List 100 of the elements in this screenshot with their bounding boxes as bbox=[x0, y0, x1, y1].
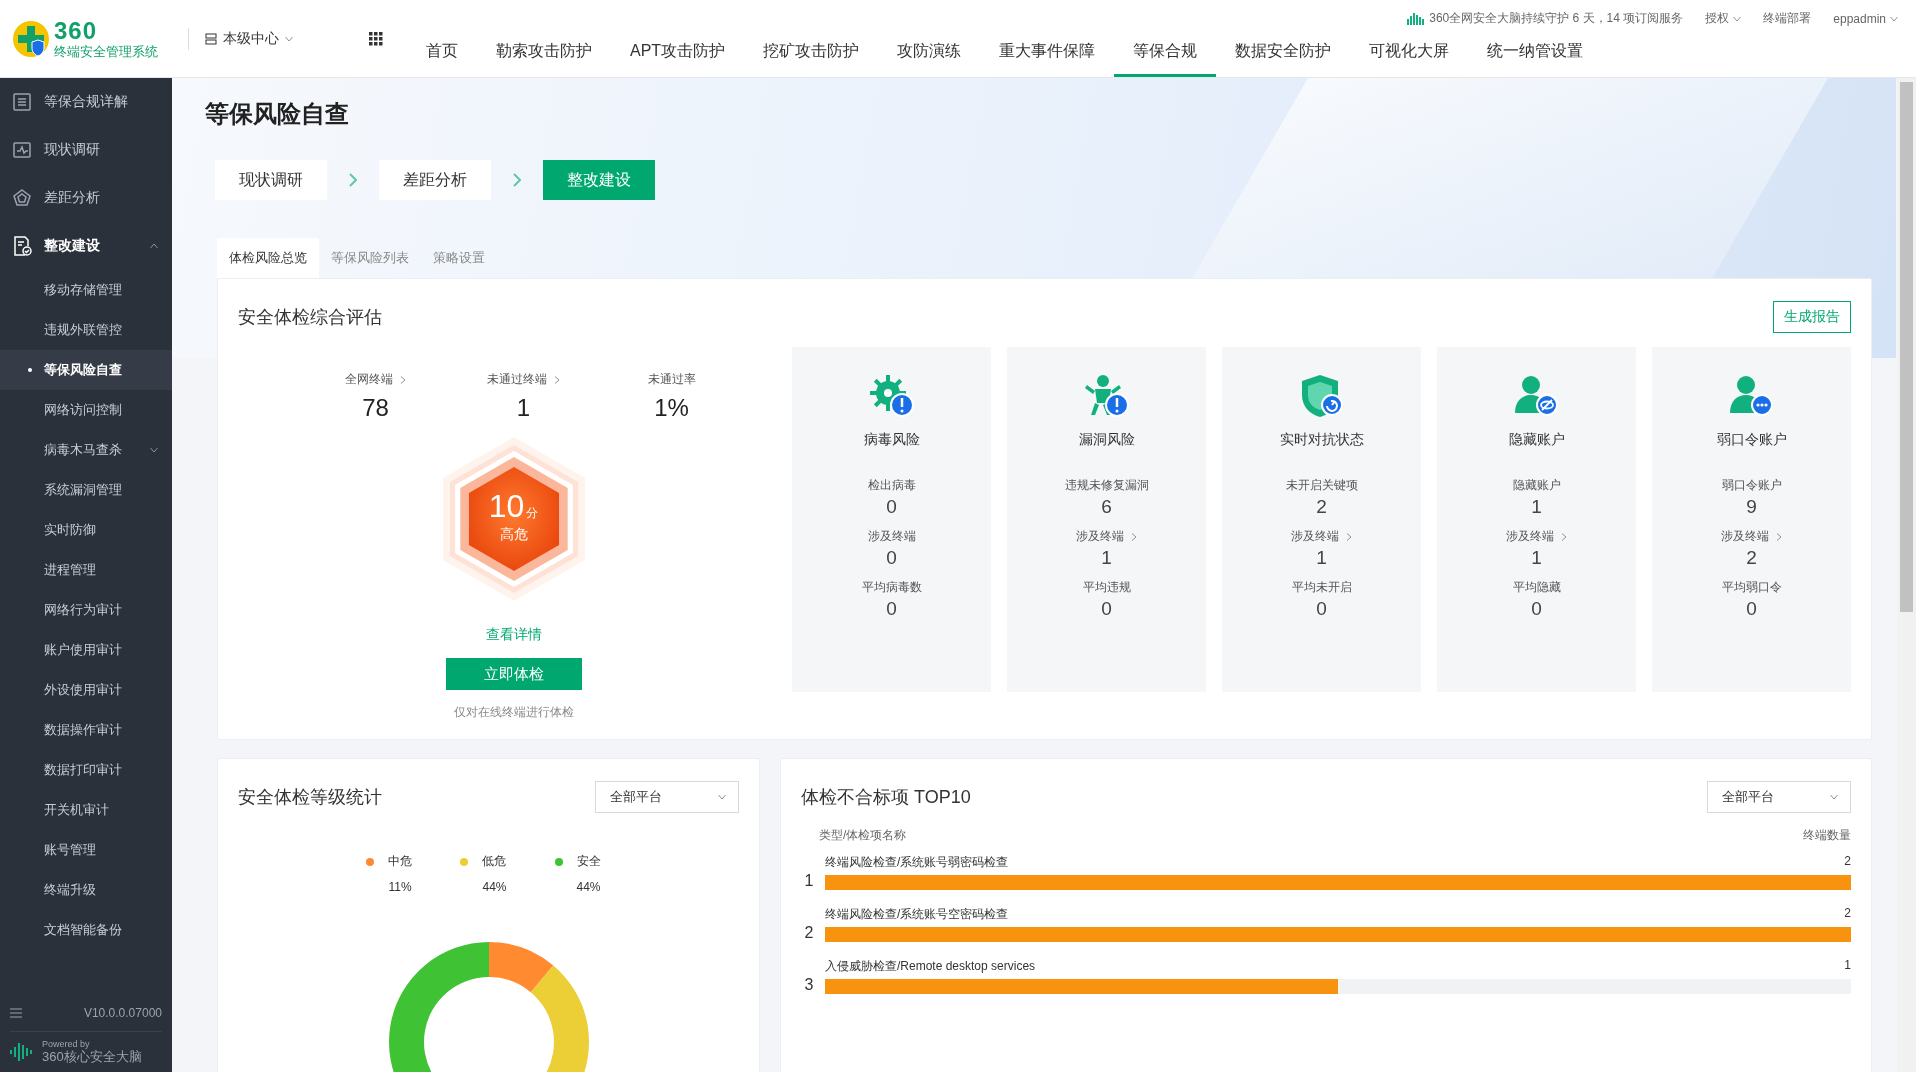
sidebar-subitem[interactable]: 终端升级 bbox=[0, 870, 172, 910]
nav-tab[interactable]: 数据安全防护 bbox=[1216, 29, 1351, 77]
metric-value: 0 bbox=[1101, 598, 1112, 620]
sidebar-subitem[interactable]: 数据操作审计 bbox=[0, 710, 172, 750]
caret-icon bbox=[285, 34, 293, 43]
metric-value: 9 bbox=[1746, 496, 1757, 518]
metric-value: 2 bbox=[1316, 496, 1327, 518]
user-menu[interactable]: eppadmin bbox=[1833, 11, 1898, 26]
metric-value: 0 bbox=[886, 547, 897, 569]
sidebar-subitem[interactable]: 账号管理 bbox=[0, 830, 172, 870]
card-title: 体检不合标项 TOP10 bbox=[801, 786, 971, 809]
legend-dot bbox=[460, 857, 469, 866]
user-password-icon bbox=[1727, 373, 1776, 419]
nav-tab[interactable]: 勒索攻击防护 bbox=[477, 29, 611, 77]
sidebar-subitem[interactable]: 外设使用审计 bbox=[0, 670, 172, 710]
license-menu[interactable]: 授权 bbox=[1705, 10, 1742, 27]
nav-tab[interactable]: APT攻击防护 bbox=[611, 29, 745, 77]
user-hidden-icon bbox=[1512, 373, 1561, 419]
stat-label[interactable]: 全网终端 bbox=[344, 371, 407, 388]
logo-text: 360 bbox=[54, 19, 99, 43]
metric-label[interactable]: 涉及终端 bbox=[1720, 528, 1783, 545]
caret-icon bbox=[1733, 14, 1742, 23]
metric-label[interactable]: 涉及终端 bbox=[1075, 528, 1138, 545]
item-count: 1 bbox=[1844, 958, 1851, 974]
sidebar-subitem[interactable]: 违规外联管控 bbox=[0, 310, 172, 350]
chevron-icon bbox=[1774, 532, 1783, 541]
metric-value: 1 bbox=[1101, 547, 1112, 569]
sidebar-subitem[interactable]: 病毒木马查杀 bbox=[0, 430, 172, 470]
metric-label: 平均未开启 bbox=[1291, 579, 1352, 596]
step-button[interactable]: 现状调研 bbox=[215, 160, 327, 200]
stat-label[interactable]: 未通过终端 bbox=[486, 371, 561, 388]
list-icon bbox=[12, 92, 32, 112]
sidebar-subitem[interactable]: 移动存储管理 bbox=[0, 270, 172, 310]
metric-value: 0 bbox=[886, 598, 897, 620]
nav-tab[interactable]: 首页 bbox=[407, 29, 477, 77]
sidebar-item[interactable]: 整改建设 bbox=[0, 222, 172, 270]
metric-label: 违规未修复漏洞 bbox=[1064, 477, 1149, 494]
risk-title: 病毒风险 bbox=[863, 431, 920, 449]
legend-label: 低危 bbox=[482, 853, 507, 870]
caret-icon bbox=[718, 793, 726, 801]
content-tab[interactable]: 等保风险列表 bbox=[319, 238, 421, 278]
legend-dot bbox=[366, 857, 375, 866]
column-header: 类型/体检项名称 bbox=[819, 827, 907, 844]
stat-value: 1% bbox=[654, 394, 689, 422]
scrollbar[interactable] bbox=[1897, 78, 1916, 1072]
sidebar-item[interactable]: 等保合规详解 bbox=[0, 78, 172, 126]
risk-title: 漏洞风险 bbox=[1078, 431, 1135, 449]
menu-icon[interactable] bbox=[10, 1008, 22, 1018]
metric-value: 0 bbox=[1316, 598, 1327, 620]
item-name: 终端风险检查/系统账号空密码检查 bbox=[825, 906, 1009, 923]
metric-label[interactable]: 涉及终端 bbox=[1505, 528, 1568, 545]
sidebar-subitem[interactable]: 网络访问控制 bbox=[0, 390, 172, 430]
metric-value: 0 bbox=[886, 496, 897, 518]
rank-number: 3 bbox=[803, 976, 815, 994]
step-button[interactable]: 差距分析 bbox=[379, 160, 491, 200]
sidebar-subitem[interactable]: 实时防御 bbox=[0, 510, 172, 550]
metric-value: 0 bbox=[1746, 598, 1757, 620]
sidebar-item[interactable]: 差距分析 bbox=[0, 174, 172, 222]
card-title: 安全体检等级统计 bbox=[238, 786, 382, 809]
sidebar-subitem[interactable]: 文档智能备份 bbox=[0, 910, 172, 950]
metric-value: 2 bbox=[1746, 547, 1757, 569]
app-grid-icon[interactable] bbox=[369, 31, 383, 46]
chevron-icon bbox=[398, 375, 407, 384]
sidebar-subitem[interactable]: 网络行为审计 bbox=[0, 590, 172, 630]
nav-tab[interactable]: 攻防演练 bbox=[878, 29, 981, 77]
rank-number: 1 bbox=[803, 872, 815, 890]
chevron-icon bbox=[1129, 532, 1138, 541]
metric-value: 0 bbox=[1531, 598, 1542, 620]
content-tab[interactable]: 体检风险总览 bbox=[217, 238, 319, 278]
nav-tab[interactable]: 重大事件保障 bbox=[980, 29, 1115, 77]
column-header: 终端数量 bbox=[1803, 827, 1851, 844]
platform-dropdown[interactable]: 全部平台 bbox=[1707, 781, 1851, 813]
item-count: 2 bbox=[1844, 854, 1851, 870]
caret-icon bbox=[1830, 793, 1838, 801]
sidebar-subitem[interactable]: 等保风险自查 bbox=[0, 350, 172, 390]
powered-by-text: Powered by bbox=[42, 1039, 90, 1049]
metric-label[interactable]: 涉及终端 bbox=[1290, 528, 1353, 545]
item-name: 入侵威胁检查/Remote desktop services bbox=[825, 958, 1036, 975]
caret-icon bbox=[150, 446, 158, 454]
nav-tab[interactable]: 挖矿攻击防护 bbox=[744, 29, 879, 77]
deploy-link[interactable]: 终端部署 bbox=[1763, 10, 1812, 27]
logo-icon bbox=[12, 19, 50, 58]
logo-subtitle: 终端安全管理系统 bbox=[54, 45, 158, 58]
selected-dot bbox=[28, 368, 32, 372]
platform-dropdown[interactable]: 全部平台 bbox=[595, 781, 739, 813]
sidebar-subitem[interactable]: 进程管理 bbox=[0, 550, 172, 590]
sidebar-subitem[interactable]: 数据打印审计 bbox=[0, 750, 172, 790]
risk-title: 弱口令账户 bbox=[1716, 431, 1787, 449]
legend-value: 44% bbox=[482, 880, 507, 894]
stat-value: 78 bbox=[362, 394, 389, 422]
sidebar-item[interactable]: 现状调研 bbox=[0, 126, 172, 174]
sidebar-subitem[interactable]: 账户使用审计 bbox=[0, 630, 172, 670]
gear-alert-icon bbox=[867, 373, 916, 419]
pentagon-icon bbox=[12, 188, 32, 208]
nav-tab[interactable]: 统一纳管设置 bbox=[1468, 29, 1603, 77]
sidebar-subitem[interactable]: 系统漏洞管理 bbox=[0, 470, 172, 510]
nav-tab[interactable]: 可视化大屏 bbox=[1350, 29, 1469, 77]
figure-alert-icon bbox=[1082, 373, 1131, 419]
sidebar-subitem[interactable]: 开关机审计 bbox=[0, 790, 172, 830]
center-selector[interactable]: 本级中心 bbox=[188, 27, 293, 50]
